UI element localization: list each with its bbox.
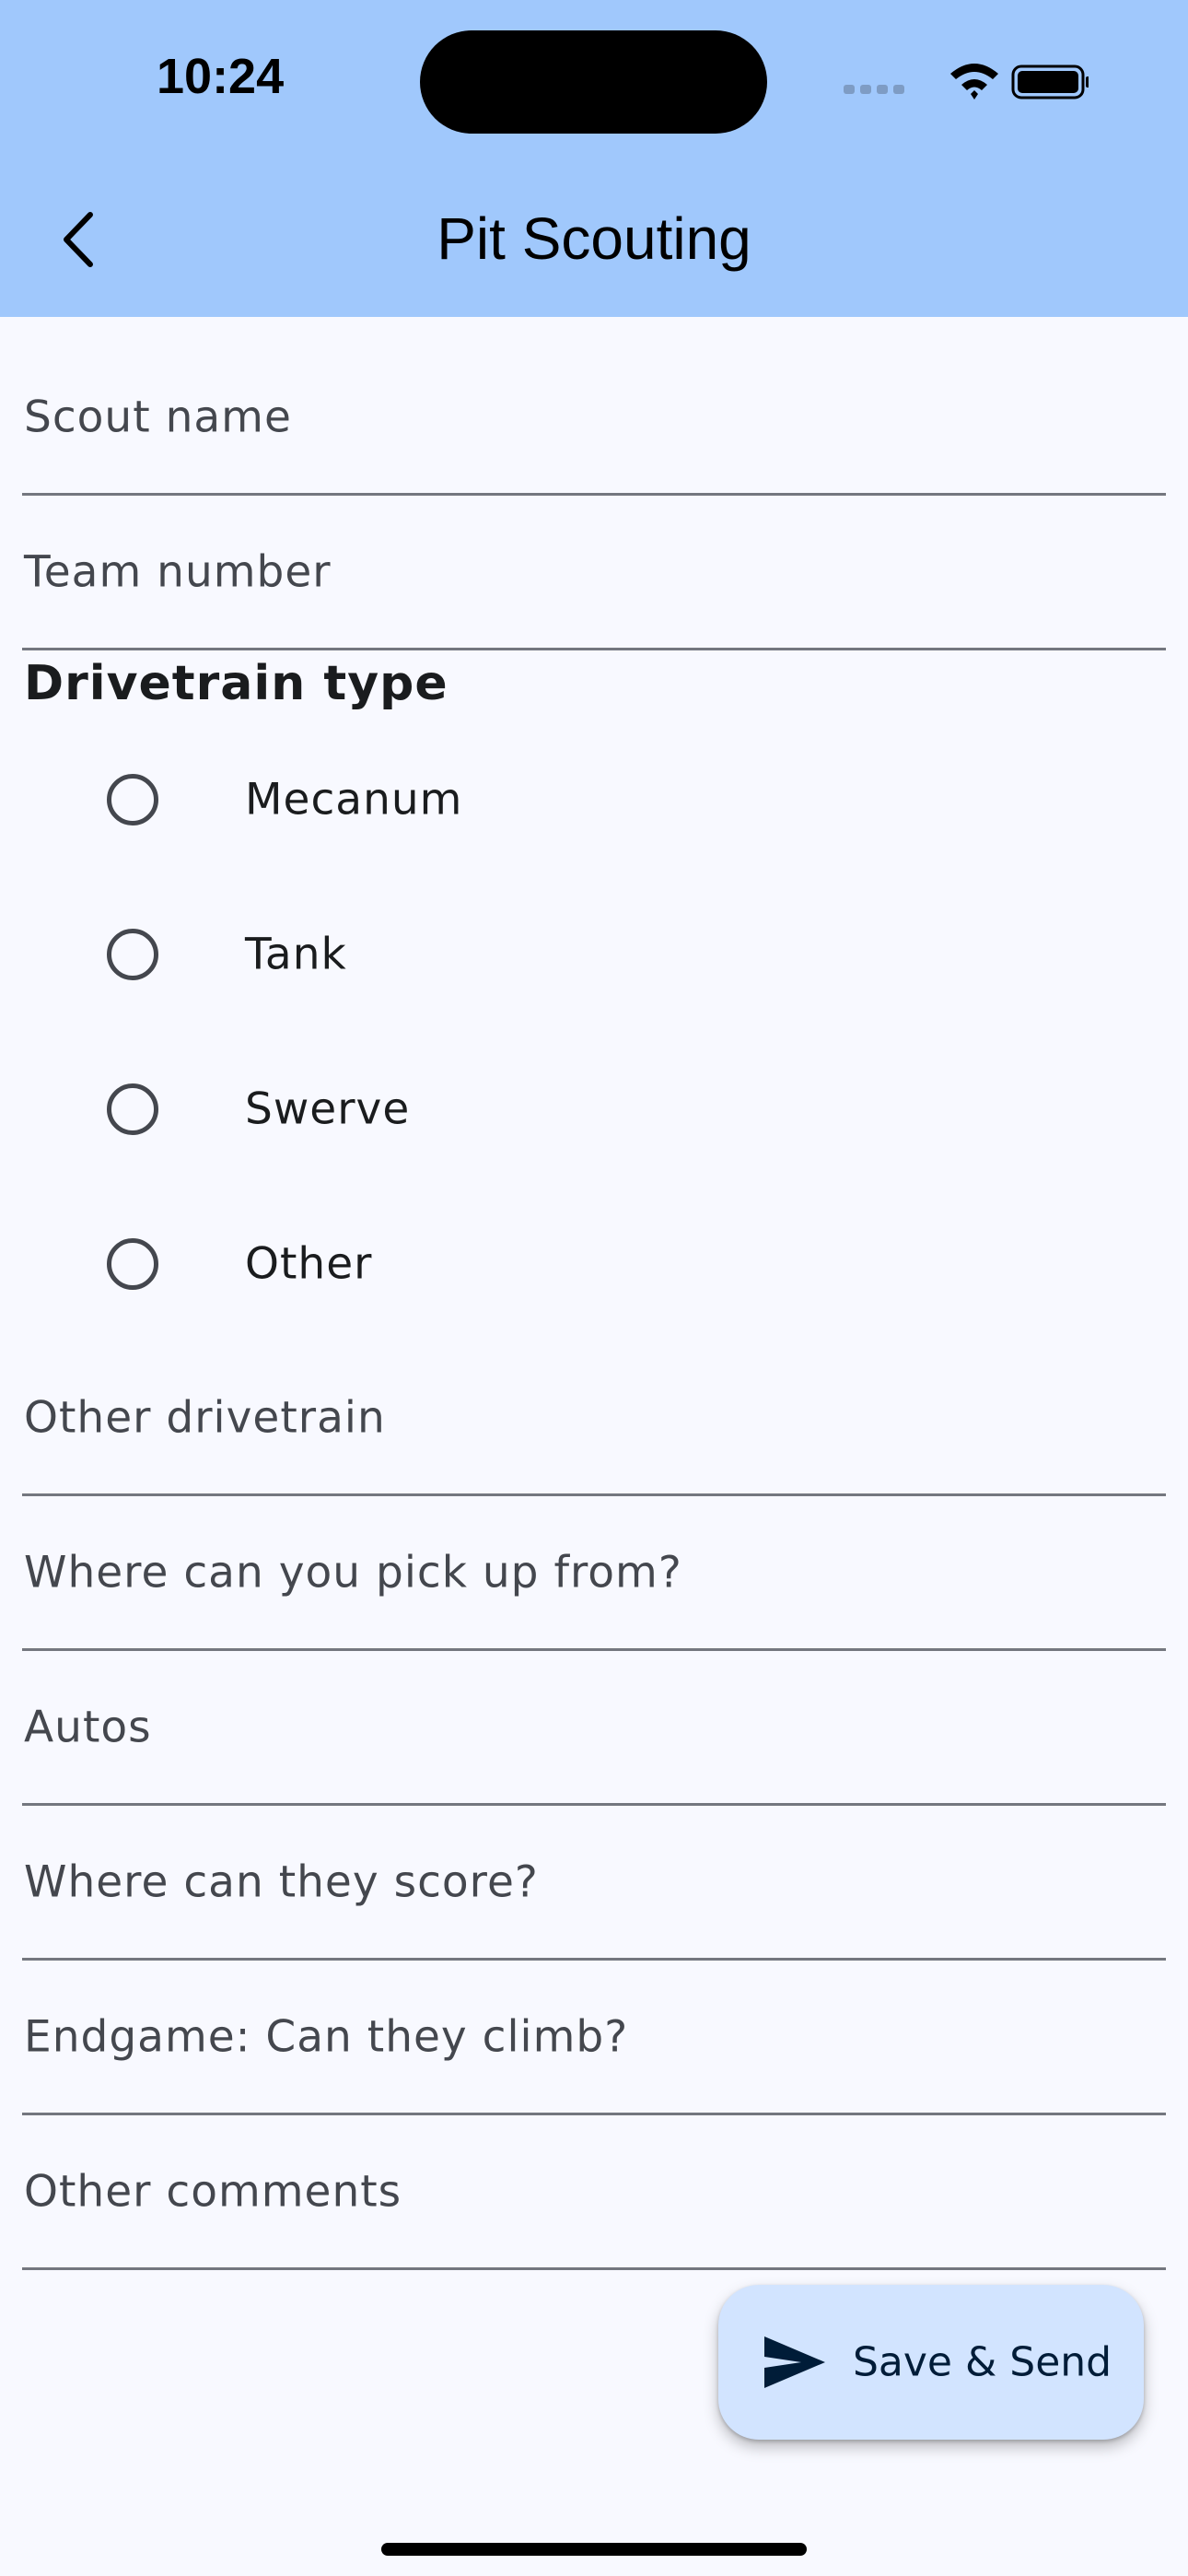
- team-number-placeholder: Team number: [24, 546, 332, 597]
- save-and-send-label: Save & Send: [853, 2338, 1112, 2386]
- radio-option-other[interactable]: Other: [83, 1187, 1142, 1341]
- scout-name-placeholder: Scout name: [24, 392, 292, 442]
- radio-unchecked-icon[interactable]: [107, 1083, 158, 1135]
- pickup-placeholder: Where can you pick up from?: [24, 1547, 682, 1598]
- wifi-icon: [950, 64, 998, 100]
- score-placeholder: Where can they score?: [24, 1856, 539, 1907]
- home-indicator[interactable]: [381, 2543, 807, 2556]
- other-drivetrain-placeholder: Other drivetrain: [24, 1392, 386, 1443]
- scout-name-field[interactable]: Scout name: [22, 341, 1166, 496]
- save-and-send-button[interactable]: Save & Send: [718, 2285, 1144, 2440]
- radio-label: Tank: [245, 929, 347, 980]
- comments-placeholder: Other comments: [24, 2166, 402, 2217]
- radio-unchecked-icon[interactable]: [107, 1238, 158, 1290]
- cellular-signal-icon: [844, 85, 904, 94]
- page-title: Pit Scouting: [437, 205, 751, 272]
- drivetrain-heading: Drivetrain type: [24, 656, 448, 711]
- comments-field[interactable]: Other comments: [22, 2115, 1166, 2270]
- autos-placeholder: Autos: [24, 1702, 152, 1752]
- send-icon: [764, 2336, 825, 2388]
- dynamic-island: [420, 30, 767, 134]
- app-bar: 10:24 Pit Scouting: [0, 0, 1188, 317]
- other-drivetrain-field[interactable]: Other drivetrain: [22, 1341, 1166, 1496]
- radio-unchecked-icon[interactable]: [107, 774, 158, 825]
- battery-icon: [1011, 64, 1089, 100]
- status-time: 10:24: [157, 49, 285, 104]
- radio-option-swerve[interactable]: Swerve: [83, 1032, 1142, 1187]
- radio-label: Mecanum: [245, 774, 463, 825]
- radio-option-mecanum[interactable]: Mecanum: [83, 722, 1142, 877]
- autos-field[interactable]: Autos: [22, 1651, 1166, 1806]
- pickup-field[interactable]: Where can you pick up from?: [22, 1496, 1166, 1651]
- team-number-field[interactable]: Team number: [22, 496, 1166, 650]
- radio-unchecked-icon[interactable]: [107, 929, 158, 980]
- radio-label: Other: [245, 1238, 373, 1290]
- status-icons: [844, 64, 1089, 100]
- endgame-field[interactable]: Endgame: Can they climb?: [22, 1961, 1166, 2115]
- radio-label: Swerve: [245, 1083, 411, 1135]
- score-field[interactable]: Where can they score?: [22, 1806, 1166, 1961]
- radio-option-tank[interactable]: Tank: [83, 877, 1142, 1032]
- endgame-placeholder: Endgame: Can they climb?: [24, 2011, 629, 2062]
